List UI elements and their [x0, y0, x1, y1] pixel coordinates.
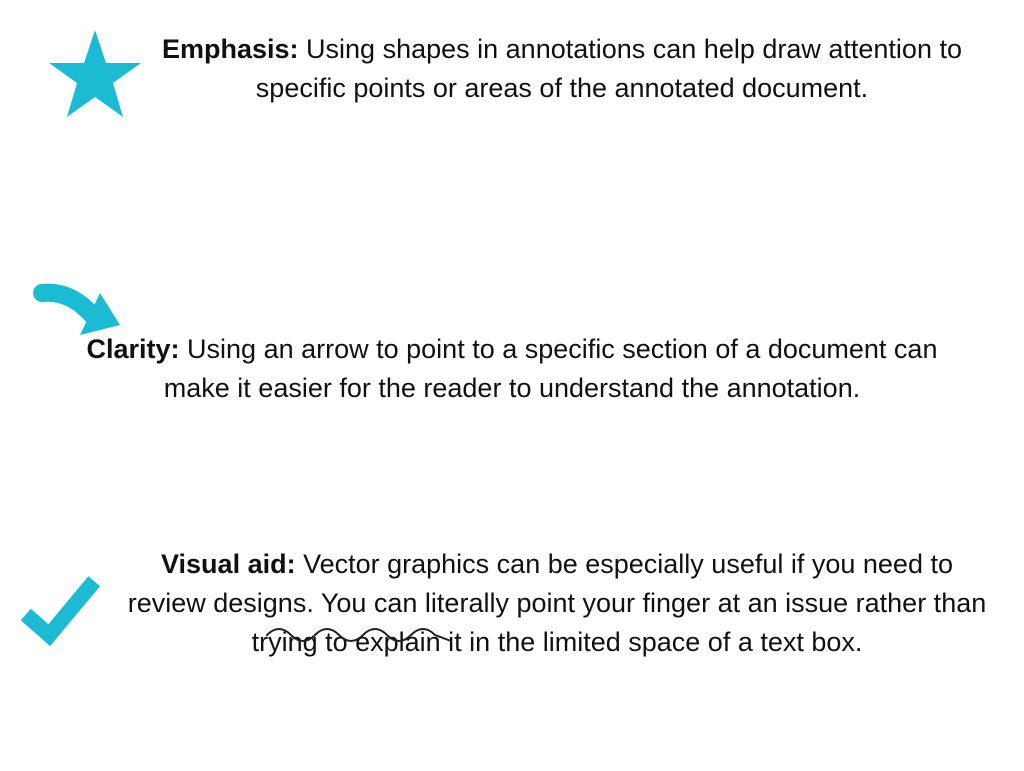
- list-item-emphasis: Emphasis: Using shapes in annotations ca…: [40, 30, 1004, 130]
- item-title: Visual aid:: [161, 549, 303, 579]
- item-title: Clarity:: [87, 334, 188, 364]
- list-item-clarity: Clarity: Using an arrow to point to a sp…: [20, 275, 1004, 408]
- item-body: Using an arrow to point to a specific se…: [164, 334, 938, 403]
- item-text: Visual aid: Vector graphics can be espec…: [120, 545, 1004, 662]
- item-body: Using shapes in annotations can help dra…: [256, 34, 962, 103]
- checkmark-icon: [10, 560, 110, 660]
- item-title: Emphasis:: [162, 34, 306, 64]
- item-text: Emphasis: Using shapes in annotations ca…: [150, 30, 1004, 108]
- star-icon: [40, 20, 150, 130]
- list-item-visual-aid: Visual aid: Vector graphics can be espec…: [10, 545, 1004, 662]
- squiggle-underline-icon: [265, 623, 455, 643]
- item-text: Clarity: Using an arrow to point to a sp…: [20, 330, 1004, 408]
